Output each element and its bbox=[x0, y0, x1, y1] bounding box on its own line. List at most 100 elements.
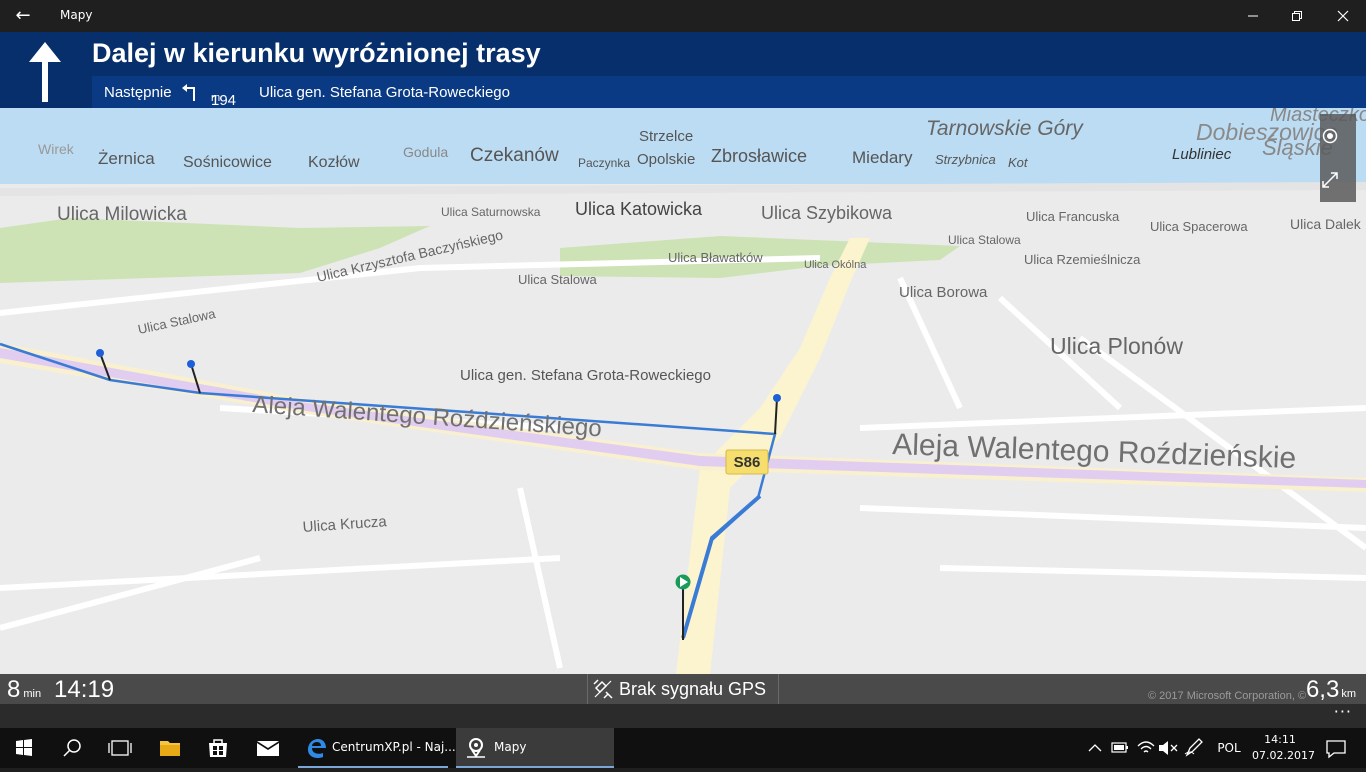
restore-button[interactable] bbox=[1274, 0, 1320, 32]
map-view[interactable]: S86 Wirek Żernica Sośnicowice Kozłów God… bbox=[0, 108, 1366, 674]
place-label: Czekanów bbox=[470, 145, 559, 166]
street-label: Ulica Okólna bbox=[804, 259, 867, 271]
show-hidden-icons-button[interactable] bbox=[1086, 728, 1104, 768]
street-label: Ulica Borowa bbox=[899, 284, 988, 301]
battery-icon bbox=[1111, 742, 1128, 753]
store-icon bbox=[209, 739, 227, 757]
search-icon bbox=[63, 739, 81, 757]
file-explorer-button[interactable] bbox=[146, 728, 194, 768]
close-button[interactable] bbox=[1320, 0, 1366, 32]
place-label: Strzybnica bbox=[935, 152, 996, 167]
arrival-time: 14:19 bbox=[54, 676, 115, 703]
trip-duration-value: 8 bbox=[7, 676, 21, 703]
no-gps-satellite-icon bbox=[593, 679, 613, 699]
horizon-sky bbox=[0, 108, 1366, 188]
app-bar: ··· bbox=[0, 702, 1366, 728]
place-label: Paczynka bbox=[578, 156, 630, 170]
place-label: Tarnowskie Góry bbox=[926, 117, 1084, 140]
start-button[interactable] bbox=[0, 728, 48, 768]
street-label: Ulica Rzemieślnicza bbox=[1024, 252, 1141, 267]
mail-icon bbox=[257, 741, 279, 756]
task-view-button[interactable] bbox=[96, 728, 144, 768]
task-view-icon bbox=[108, 740, 132, 756]
place-label: Godula bbox=[403, 144, 448, 160]
remaining-distance-unit: km bbox=[1341, 688, 1356, 700]
taskbar-task[interactable]: CentrumXP.pl - Naj... bbox=[298, 728, 456, 768]
straight-arrow-icon bbox=[29, 42, 61, 102]
chevron-up-icon bbox=[1088, 744, 1102, 752]
fullscreen-icon bbox=[1322, 172, 1338, 188]
remaining-distance: 6,3 km bbox=[1306, 676, 1356, 704]
map-copyright: © 2017 Microsoft Corporation, © bbox=[1148, 690, 1307, 702]
trip-duration: 8 min bbox=[7, 676, 41, 704]
street-label: Ulica Dalek bbox=[1290, 216, 1362, 232]
street-label: Ulica Stalowa bbox=[518, 272, 598, 287]
place-label: Żernica bbox=[98, 149, 155, 168]
gps-status-label: Brak sygnału GPS bbox=[619, 679, 767, 699]
minimize-button[interactable] bbox=[1230, 0, 1276, 32]
more-options-button[interactable]: ··· bbox=[1334, 702, 1352, 721]
next-street: Ulica gen. Stefana Grota-Roweckiego bbox=[259, 84, 510, 101]
clock-date: 07.02.2017 bbox=[1252, 749, 1315, 762]
place-label: Wirek bbox=[38, 141, 75, 157]
street-label: Ulica Saturnowska bbox=[441, 205, 541, 219]
taskbar: CentrumXP.pl - Naj... Mapy POL 14:11 07.… bbox=[0, 728, 1366, 768]
place-label: Lubliniec bbox=[1172, 146, 1232, 163]
place-label: Zbrosławice bbox=[711, 146, 807, 166]
location-icon bbox=[1322, 128, 1338, 144]
store-button[interactable] bbox=[194, 728, 242, 768]
taskbar-task-active[interactable]: Mapy bbox=[456, 728, 614, 768]
clock-time: 14:11 bbox=[1264, 733, 1296, 746]
language-indicator[interactable]: POL bbox=[1210, 728, 1248, 768]
road-shield: S86 bbox=[725, 449, 769, 475]
place-label: Sośnicowice bbox=[183, 154, 272, 171]
next-distance-unit: m bbox=[211, 92, 221, 104]
action-center-button[interactable] bbox=[1316, 728, 1356, 768]
file-explorer-icon bbox=[160, 741, 180, 756]
pen-button[interactable] bbox=[1182, 728, 1206, 768]
map-canvas[interactable]: S86 Wirek Żernica Sośnicowice Kozłów God… bbox=[0, 108, 1366, 674]
instruction-panel: Dalej w kierunku wyróżnionej trasy bbox=[92, 32, 1366, 76]
street-label: Ulica gen. Stefana Grota-Roweckiego bbox=[460, 367, 711, 384]
back-button[interactable]: ← bbox=[10, 5, 36, 27]
mail-button[interactable] bbox=[244, 728, 292, 768]
next-maneuver-bar: Następnie 194 m Ulica gen. Stefana Grota… bbox=[92, 76, 1366, 109]
close-icon bbox=[1337, 10, 1349, 22]
street-label: Ulica Milowicka bbox=[57, 204, 187, 225]
place-label: Kozłów bbox=[308, 154, 360, 171]
street-label: Ulica Szybikowa bbox=[761, 203, 893, 223]
trip-duration-unit: min bbox=[23, 688, 42, 700]
taskbar-clock[interactable]: 14:11 07.02.2017 bbox=[1252, 732, 1315, 764]
street-label: Ulica Stalowa bbox=[948, 233, 1021, 247]
locate-button[interactable] bbox=[1320, 114, 1356, 158]
volume-button[interactable] bbox=[1156, 728, 1180, 768]
navigation-instruction: Dalej w kierunku wyróżnionej trasy bbox=[92, 38, 541, 68]
turn-left-icon bbox=[182, 84, 195, 101]
pen-icon bbox=[1184, 738, 1203, 757]
action-center-icon bbox=[1326, 740, 1346, 759]
volume-muted-icon bbox=[1159, 741, 1178, 755]
gps-status[interactable]: Brak sygnału GPS bbox=[587, 674, 779, 704]
network-button[interactable] bbox=[1134, 728, 1158, 768]
taskbar-task-label: Mapy bbox=[494, 740, 527, 754]
wifi-icon bbox=[1137, 741, 1155, 753]
fullscreen-button[interactable] bbox=[1320, 158, 1356, 202]
minimize-icon bbox=[1248, 15, 1258, 17]
street-label: Ulica Plonów bbox=[1050, 333, 1183, 359]
street-label: Ulica Bławatków bbox=[668, 250, 763, 265]
place-label: Opolskie bbox=[637, 151, 695, 168]
search-button[interactable] bbox=[48, 728, 96, 768]
restore-icon bbox=[1292, 11, 1302, 21]
place-label: Kot bbox=[1008, 155, 1029, 170]
remaining-distance-value: 6,3 bbox=[1305, 676, 1340, 703]
maps-icon bbox=[467, 738, 485, 758]
edge-icon bbox=[308, 739, 326, 759]
place-label: Miedary bbox=[852, 148, 913, 167]
street-label: Ulica Spacerowa bbox=[1150, 219, 1248, 234]
window-title: Mapy bbox=[60, 8, 93, 22]
street-label: Ulica Francuska bbox=[1026, 209, 1120, 224]
battery-button[interactable] bbox=[1108, 728, 1132, 768]
place-label: Strzelce bbox=[639, 128, 693, 145]
title-bar: ← Mapy bbox=[0, 0, 1366, 32]
street-label: Ulica Katowicka bbox=[575, 199, 703, 219]
